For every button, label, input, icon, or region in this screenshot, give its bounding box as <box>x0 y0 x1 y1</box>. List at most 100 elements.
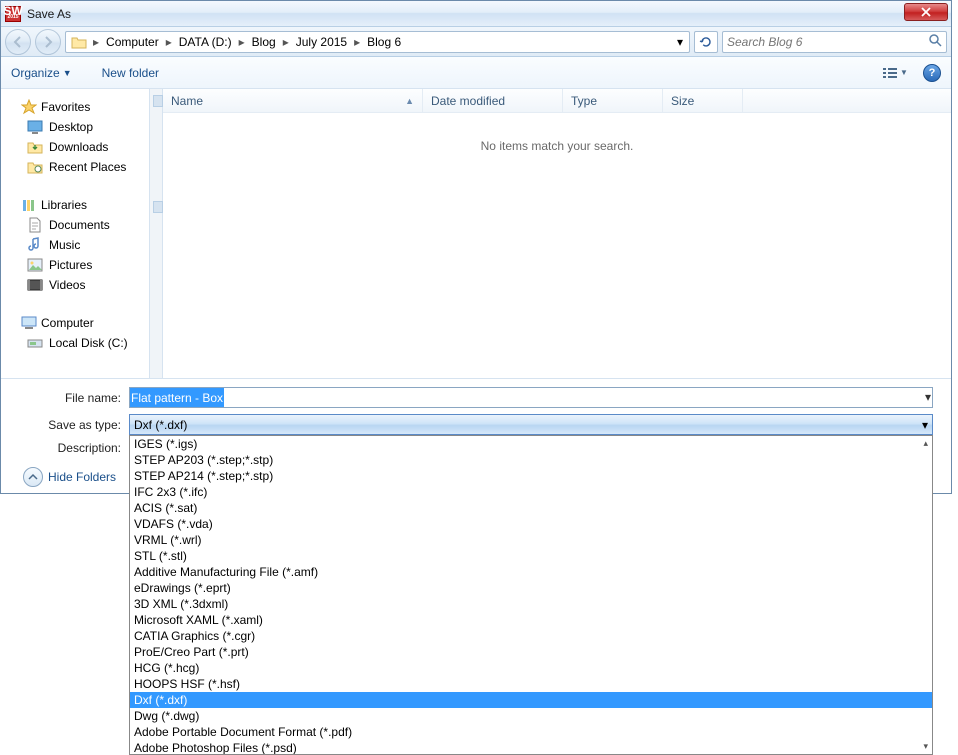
favorites-icon <box>21 99 37 115</box>
forward-button[interactable] <box>35 29 61 55</box>
save-as-dialog: SW2015 Save As ▸ Computer ▸ DATA (D:) ▸ … <box>0 0 952 494</box>
chevron-right-icon[interactable]: ▸ <box>351 32 363 52</box>
chevron-right-icon[interactable]: ▸ <box>236 32 248 52</box>
nav-item-downloads[interactable]: Downloads <box>5 137 145 157</box>
savetype-value: Dxf (*.dxf) <box>134 418 187 432</box>
savetype-option[interactable]: Dwg (*.dwg) <box>130 708 932 724</box>
file-list: Name▲ Date modified Type Size No items m… <box>163 89 951 378</box>
computer-icon <box>21 315 37 331</box>
downloads-icon <box>27 139 43 155</box>
favorites-label: Favorites <box>41 100 90 114</box>
search-input[interactable] <box>727 35 928 49</box>
filename-dropdown-arrow[interactable]: ▾ <box>925 390 931 404</box>
drive-icon <box>27 335 43 351</box>
pictures-icon <box>27 257 43 273</box>
savetype-option[interactable]: Adobe Photoshop Files (*.psd) <box>130 740 932 755</box>
documents-icon <box>27 217 43 233</box>
savetype-option[interactable]: IFC 2x3 (*.ifc) <box>130 484 932 500</box>
toolbar: Organize ▼ New folder ▼ ? <box>1 57 951 89</box>
main-area: Favorites Desktop Downloads Recent Place… <box>1 89 951 379</box>
chevron-up-icon <box>28 472 38 482</box>
savetype-option[interactable]: Microsoft XAML (*.xaml) <box>130 612 932 628</box>
search-icon[interactable] <box>928 33 942 50</box>
nav-item-documents[interactable]: Documents <box>5 215 145 235</box>
savetype-option[interactable]: HCG (*.hcg) <box>130 660 932 676</box>
close-icon <box>921 7 931 17</box>
chevron-right-icon[interactable]: ▸ <box>90 32 102 52</box>
savetype-option[interactable]: STEP AP203 (*.step;*.stp) <box>130 452 932 468</box>
libraries-label: Libraries <box>41 198 87 212</box>
chevron-down-icon: ▾ <box>922 418 928 432</box>
videos-icon <box>27 277 43 293</box>
breadcrumb-segment[interactable]: DATA (D:) <box>175 32 236 52</box>
savetype-option[interactable]: 3D XML (*.3dxml) <box>130 596 932 612</box>
scroll-up-arrow[interactable]: ▴ <box>923 438 928 449</box>
libraries-icon <box>21 197 37 213</box>
nav-item-music[interactable]: Music <box>5 235 145 255</box>
navigation-pane: Favorites Desktop Downloads Recent Place… <box>1 89 149 378</box>
close-button[interactable] <box>904 3 948 21</box>
libraries-header[interactable]: Libraries <box>5 195 145 215</box>
view-options-button[interactable]: ▼ <box>877 62 913 84</box>
nav-bar: ▸ Computer ▸ DATA (D:) ▸ Blog ▸ July 201… <box>1 27 951 57</box>
new-folder-button[interactable]: New folder <box>102 66 159 80</box>
search-box[interactable] <box>722 31 947 53</box>
view-icon <box>882 66 898 80</box>
scroll-down-arrow[interactable]: ▾ <box>923 741 928 752</box>
window-title: Save As <box>27 7 71 21</box>
back-button[interactable] <box>5 29 31 55</box>
savetype-option[interactable]: ACIS (*.sat) <box>130 500 932 516</box>
breadcrumb-segment[interactable]: Blog <box>248 32 280 52</box>
column-headers: Name▲ Date modified Type Size <box>163 89 951 113</box>
column-type[interactable]: Type <box>563 89 663 112</box>
breadcrumb-segment[interactable]: Computer <box>102 32 163 52</box>
breadcrumb-dropdown[interactable]: ▾ <box>673 35 687 49</box>
savetype-option[interactable]: Dxf (*.dxf) <box>130 692 932 708</box>
savetype-label: Save as type: <box>19 418 129 432</box>
nav-item-local-disk-c[interactable]: Local Disk (C:) <box>5 333 145 353</box>
refresh-button[interactable] <box>694 31 718 53</box>
description-label: Description: <box>19 441 129 455</box>
savetype-option[interactable]: VDAFS (*.vda) <box>130 516 932 532</box>
savetype-option[interactable]: eDrawings (*.eprt) <box>130 580 932 596</box>
savetype-option[interactable]: CATIA Graphics (*.cgr) <box>130 628 932 644</box>
filename-input[interactable]: Flat pattern - Box <box>129 387 933 408</box>
computer-header[interactable]: Computer <box>5 313 145 333</box>
recent-icon <box>27 159 43 175</box>
empty-message: No items match your search. <box>163 139 951 153</box>
breadcrumb-segment[interactable]: July 2015 <box>292 32 351 52</box>
breadcrumb[interactable]: ▸ Computer ▸ DATA (D:) ▸ Blog ▸ July 201… <box>65 31 690 53</box>
savetype-option[interactable]: STL (*.stl) <box>130 548 932 564</box>
computer-label: Computer <box>41 316 94 330</box>
nav-item-desktop[interactable]: Desktop <box>5 117 145 137</box>
breadcrumb-segment[interactable]: Blog 6 <box>363 32 405 52</box>
arrow-right-icon <box>42 36 54 48</box>
savetype-option[interactable]: STEP AP214 (*.step;*.stp) <box>130 468 932 484</box>
savetype-option[interactable]: IGES (*.igs) <box>130 436 932 452</box>
savetype-option[interactable]: VRML (*.wrl) <box>130 532 932 548</box>
column-date[interactable]: Date modified <box>423 89 563 112</box>
form-area: File name: Flat pattern - Box ▾ Save as … <box>1 379 951 493</box>
music-icon <box>27 237 43 253</box>
savetype-option[interactable]: HOOPS HSF (*.hsf) <box>130 676 932 692</box>
sort-asc-icon: ▲ <box>405 96 414 106</box>
desktop-icon <box>27 119 43 135</box>
column-name[interactable]: Name▲ <box>163 89 423 112</box>
savetype-combo[interactable]: Dxf (*.dxf) ▾ <box>129 414 933 435</box>
organize-button[interactable]: Organize ▼ <box>11 66 72 80</box>
chevron-right-icon[interactable]: ▸ <box>280 32 292 52</box>
nav-item-pictures[interactable]: Pictures <box>5 255 145 275</box>
column-size[interactable]: Size <box>663 89 743 112</box>
folder-icon <box>70 34 88 50</box>
nav-item-recent[interactable]: Recent Places <box>5 157 145 177</box>
help-button[interactable]: ? <box>923 64 941 82</box>
nav-item-videos[interactable]: Videos <box>5 275 145 295</box>
savetype-option[interactable]: Additive Manufacturing File (*.amf) <box>130 564 932 580</box>
savetype-option[interactable]: ProE/Creo Part (*.prt) <box>130 644 932 660</box>
savetype-dropdown[interactable]: ▴ ▾ IGES (*.igs)STEP AP203 (*.step;*.stp… <box>129 435 933 755</box>
savetype-option[interactable]: Adobe Portable Document Format (*.pdf) <box>130 724 932 740</box>
splitter[interactable] <box>149 89 163 378</box>
favorites-header[interactable]: Favorites <box>5 97 145 117</box>
chevron-right-icon[interactable]: ▸ <box>163 32 175 52</box>
filename-label: File name: <box>19 391 129 405</box>
